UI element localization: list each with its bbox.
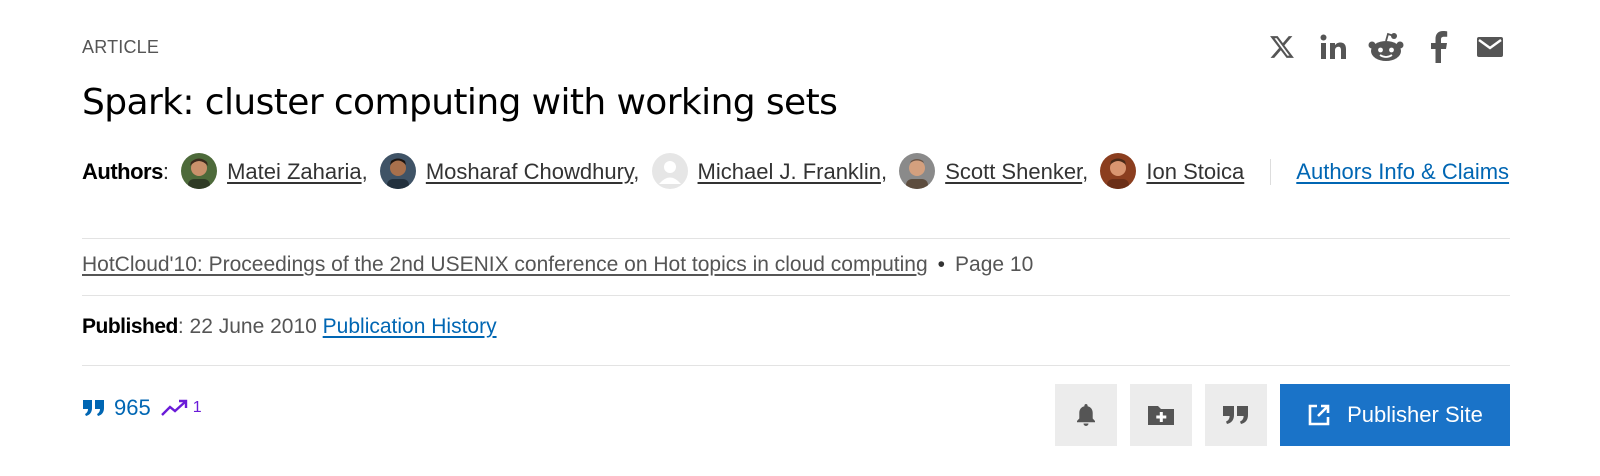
- bullet-separator: •: [937, 253, 946, 276]
- author-link[interactable]: Michael J. Franklin: [698, 159, 881, 184]
- trend-indicator[interactable]: 1: [160, 399, 202, 417]
- citation-count[interactable]: 965: [114, 395, 151, 421]
- linkedin-icon[interactable]: [1314, 28, 1354, 66]
- avatar[interactable]: [181, 153, 218, 190]
- external-link-icon: [1308, 404, 1330, 426]
- avatar[interactable]: [379, 153, 416, 190]
- article-title: Spark: cluster computing with working se…: [82, 82, 838, 123]
- metrics-bar: 965 1: [82, 395, 202, 421]
- reddit-icon[interactable]: [1366, 28, 1406, 66]
- publisher-site-label: Publisher Site: [1347, 402, 1483, 427]
- share-bar: [1250, 28, 1510, 66]
- divider: [82, 238, 1510, 239]
- divider: [1270, 158, 1272, 185]
- divider: [82, 365, 1510, 366]
- alert-button[interactable]: [1055, 384, 1117, 446]
- authors-label: Authors: [82, 159, 163, 184]
- author-item: Mosharaf Chowdhury,: [374, 153, 639, 190]
- article-type-label: ARTICLE: [82, 37, 160, 57]
- page-number: Page 10: [955, 253, 1034, 276]
- bell-icon: [1077, 404, 1095, 426]
- authors-line: Authors: Matei Zaharia, Mosharaf Chowdhu…: [82, 153, 1510, 190]
- published-line: Published: 22 June 2010 Publication Hist…: [82, 315, 497, 338]
- author-link[interactable]: Ion Stoica: [1146, 159, 1244, 184]
- avatar[interactable]: [651, 153, 688, 190]
- quote-icon: [83, 400, 104, 416]
- publication-history-link[interactable]: Publication History: [323, 315, 497, 338]
- quote-icon: [1223, 406, 1248, 424]
- author-item: Ion Stoica: [1094, 153, 1244, 190]
- published-date: 22 June 2010: [189, 315, 317, 338]
- x-icon[interactable]: [1262, 28, 1302, 66]
- email-icon[interactable]: [1470, 28, 1510, 66]
- avatar[interactable]: [1100, 153, 1137, 190]
- authors-info-link[interactable]: Authors Info & Claims: [1296, 159, 1509, 184]
- author-item: Scott Shenker,: [893, 153, 1088, 190]
- publisher-site-button[interactable]: Publisher Site: [1280, 384, 1510, 446]
- author-item: Michael J. Franklin,: [646, 153, 887, 190]
- author-link[interactable]: Scott Shenker: [945, 159, 1082, 184]
- venue-line: HotCloud'10: Proceedings of the 2nd USEN…: [82, 253, 1033, 277]
- author-link[interactable]: Matei Zaharia: [227, 159, 362, 184]
- divider: [82, 295, 1510, 296]
- cite-button[interactable]: [1205, 384, 1267, 446]
- avatar[interactable]: [899, 153, 936, 190]
- facebook-icon[interactable]: [1418, 28, 1458, 66]
- trend-count: 1: [192, 399, 202, 416]
- proceedings-link[interactable]: HotCloud'10: Proceedings of the 2nd USEN…: [82, 253, 928, 276]
- author-link[interactable]: Mosharaf Chowdhury: [426, 159, 633, 184]
- author-item: Matei Zaharia,: [175, 153, 368, 190]
- folder-add-icon: [1148, 406, 1174, 425]
- add-to-binder-button[interactable]: [1130, 384, 1192, 446]
- action-bar: Publisher Site: [1055, 384, 1510, 446]
- trending-up-icon: [160, 399, 187, 416]
- published-label: Published: [82, 315, 178, 338]
